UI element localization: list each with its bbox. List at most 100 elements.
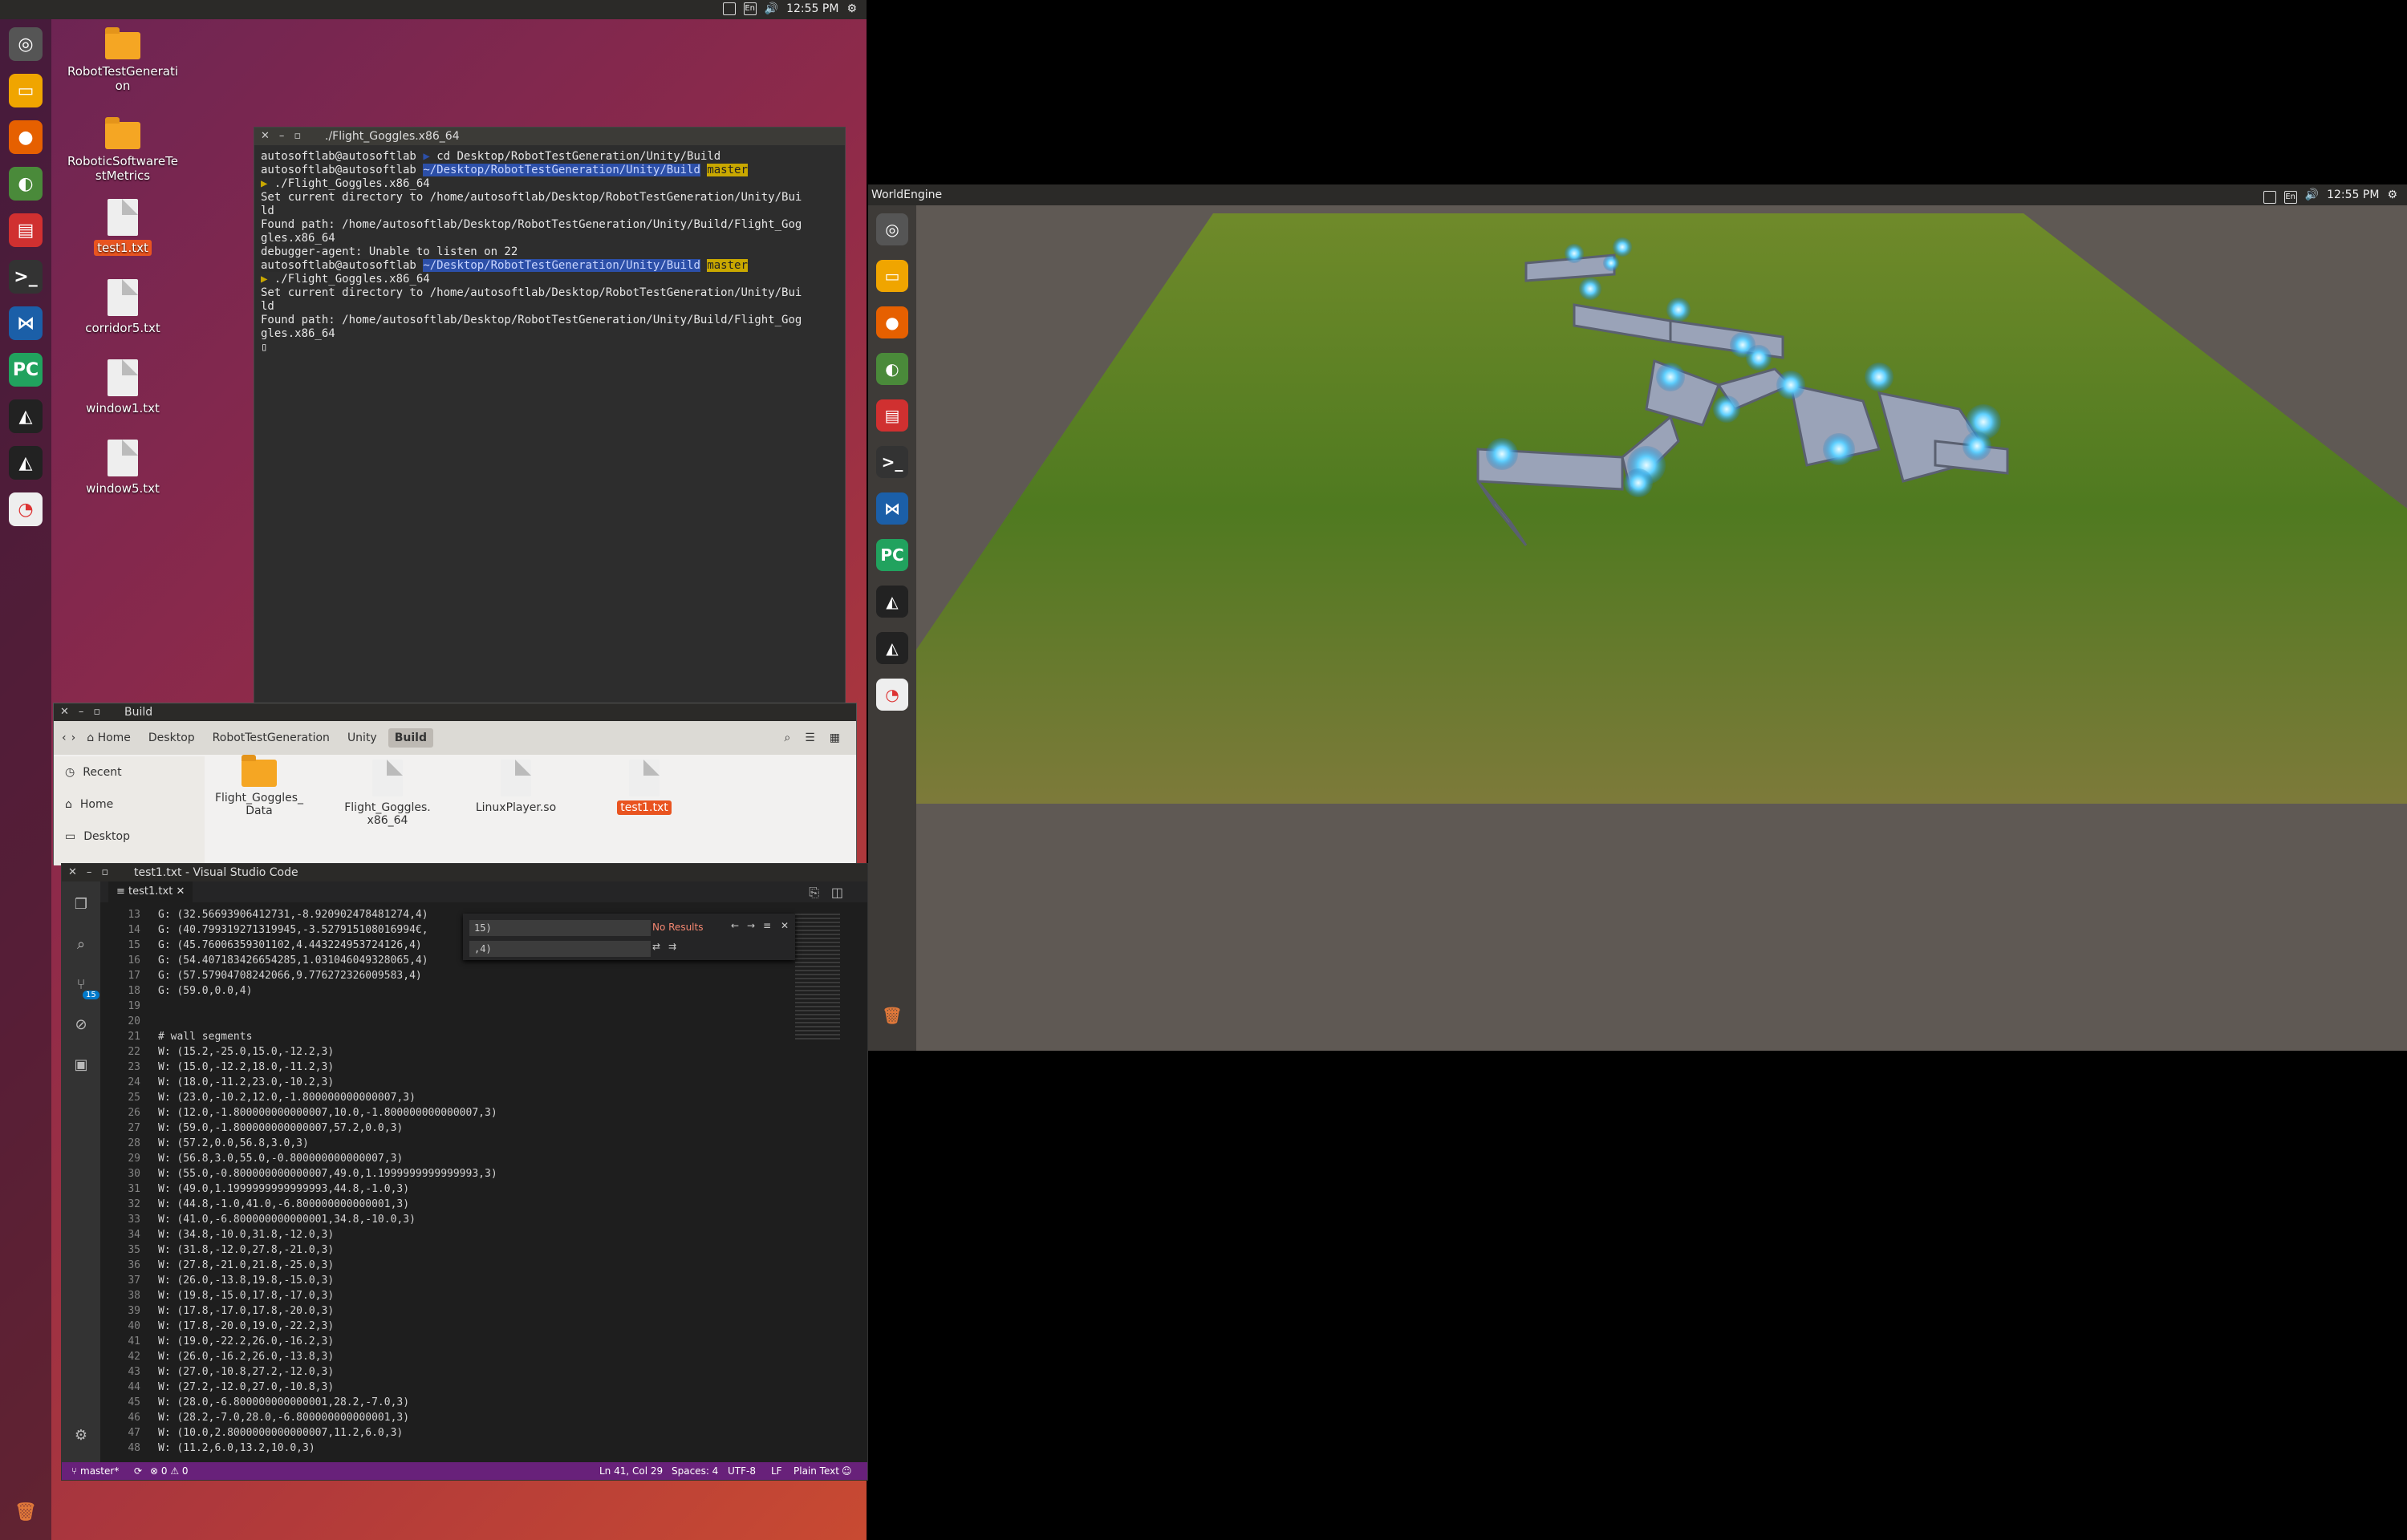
code-line[interactable]: W: (55.0,-0.800000000000007,49.0,1.19999…	[158, 1166, 497, 1181]
volume-icon[interactable]: 🔊	[765, 2, 778, 15]
code-line[interactable]: G: (32.56693906412731,-8.920902478481274…	[158, 907, 497, 922]
language-indicator[interactable]: En	[743, 2, 757, 15]
file-manager-window[interactable]: ✕ – ▫ Build ‹ › ⌂ Home Desktop RobotTest…	[53, 703, 857, 865]
branch-indicator[interactable]: ⑂ master*	[71, 1462, 119, 1480]
code-line[interactable]: W: (57.2,0.0,56.8,3.0,3)	[158, 1136, 497, 1151]
language-indicator[interactable]: En	[2283, 190, 2297, 204]
unity-icon-2[interactable]: ◭	[876, 632, 908, 664]
indentation[interactable]: Spaces: 4	[672, 1462, 718, 1480]
forward-icon[interactable]: ›	[71, 732, 76, 744]
terminal-window[interactable]: ✕ – ▫ ./Flight_Goggles.x86_64 autosoftla…	[254, 127, 846, 706]
clock[interactable]: 12:55 PM	[786, 2, 838, 15]
explorer-icon[interactable]: ❐	[71, 896, 91, 915]
trash-icon[interactable]: 🗑	[876, 999, 908, 1031]
code-line[interactable]: W: (28.2,-7.0,28.0,-6.800000000000001,3)	[158, 1410, 497, 1425]
close-tab-icon[interactable]: ✕	[176, 886, 185, 898]
code-line[interactable]: W: (59.0,-1.800000000000007,57.2,0.0,3)	[158, 1121, 497, 1136]
code-line[interactable]: G: (45.76006359301102,4.443224953724126,…	[158, 938, 497, 953]
volume-icon[interactable]: 🔊	[2305, 184, 2319, 205]
code-line[interactable]: G: (40.799319271319945,-3.52791510801699…	[158, 922, 497, 938]
unity-icon[interactable]: ◭	[9, 399, 43, 433]
close-icon[interactable]: ✕	[261, 128, 270, 145]
software-store-icon[interactable]: ▤	[9, 213, 43, 247]
sidebar-item-recent[interactable]: ◷ Recent	[54, 756, 205, 788]
firefox-icon[interactable]: ●	[876, 306, 908, 338]
code-line[interactable]: W: (41.0,-6.800000000000001,34.8,-10.0,3…	[158, 1212, 497, 1227]
back-icon[interactable]: ‹	[62, 732, 67, 744]
firefox-icon[interactable]: ●	[9, 120, 43, 154]
code-line[interactable]: W: (49.0,1.1999999999999993,44.8,-1.0,3)	[158, 1181, 497, 1197]
files-icon[interactable]: ▭	[9, 74, 43, 107]
breadcrumb-unity[interactable]: Unity	[341, 728, 384, 748]
debug-icon[interactable]: ⊘	[71, 1016, 91, 1035]
find-input[interactable]: 15)	[469, 920, 651, 936]
close-find-icon[interactable]: ✕	[781, 920, 789, 931]
vscode-icon[interactable]: ⋈	[876, 492, 908, 525]
replace-icon[interactable]: ⇄	[652, 941, 660, 952]
close-icon[interactable]: ✕	[68, 864, 77, 881]
code-line[interactable]: W: (17.8,-20.0,19.0,-22.2,3)	[158, 1319, 497, 1334]
grid-view-icon[interactable]: ▦	[830, 732, 840, 744]
file-item-test1[interactable]: test1.txt	[596, 760, 692, 827]
minimap[interactable]	[795, 914, 840, 1042]
desktop-file-corridor5[interactable]: corridor5.txt	[63, 279, 183, 335]
pycharm-icon[interactable]: PC	[876, 539, 908, 571]
file-item-linuxplayer[interactable]: LinuxPlayer.so	[468, 760, 564, 827]
problems-indicator[interactable]: ⊗ 0 ⚠ 0	[150, 1462, 189, 1480]
breadcrumb-robottestgeneration[interactable]: RobotTestGeneration	[206, 728, 336, 748]
terminal-icon[interactable]: >_	[876, 446, 908, 478]
close-icon[interactable]: ✕	[60, 703, 69, 721]
keyboard-indicator-icon[interactable]	[722, 2, 736, 15]
unity-icon-2[interactable]: ◭	[9, 446, 43, 480]
extensions-icon[interactable]: ▣	[71, 1056, 91, 1076]
breadcrumb-build[interactable]: Build	[388, 728, 433, 748]
settings-toggle-icon[interactable]: ◐	[9, 167, 43, 201]
split-editor-icon[interactable]: ◫	[831, 885, 843, 900]
dash-home-icon[interactable]: ◎	[876, 213, 908, 245]
sync-icon[interactable]: ⟳	[134, 1462, 142, 1480]
code-line[interactable]: W: (12.0,-1.800000000000007,10.0,-1.8000…	[158, 1105, 497, 1121]
power-gear-icon[interactable]: ⚙	[846, 2, 857, 15]
code-line[interactable]: W: (17.8,-17.0,17.8,-20.0,3)	[158, 1303, 497, 1319]
settings-toggle-icon[interactable]: ◐	[876, 353, 908, 385]
replace-input[interactable]: ,4)	[469, 941, 651, 957]
breadcrumb-home[interactable]: ⌂ Home	[80, 728, 137, 748]
encoding[interactable]: UTF-8	[728, 1462, 756, 1480]
cursor-position[interactable]: Ln 41, Col 29	[599, 1462, 663, 1480]
terminal-output[interactable]: autosoftlab@autosoftlab ▶ cd Desktop/Rob…	[254, 145, 845, 359]
code-line[interactable]: W: (23.0,-10.2,12.0,-1.800000000000007,3…	[158, 1090, 497, 1105]
disk-usage-icon[interactable]: ◔	[9, 492, 43, 526]
dash-home-icon[interactable]: ◎	[9, 27, 43, 61]
desktop-folder-roboticsoftwaretestmetrics[interactable]: RoboticSoftwareTe stMetrics	[63, 117, 183, 183]
manage-gear-icon[interactable]: ⚙	[71, 1427, 91, 1446]
desktop-file-window1[interactable]: window1.txt	[63, 359, 183, 415]
code-line[interactable]: G: (59.0,0.0,4)	[158, 983, 497, 999]
replace-all-icon[interactable]: ⇉	[668, 941, 676, 952]
terminal-titlebar[interactable]: ✕ – ▫ ./Flight_Goggles.x86_64	[254, 128, 845, 145]
code-content[interactable]: G: (32.56693906412731,-8.920902478481274…	[158, 907, 497, 1456]
sidebar-item-home[interactable]: ⌂ Home	[54, 788, 205, 821]
eol[interactable]: LF	[771, 1462, 782, 1480]
code-line[interactable]: W: (28.0,-6.800000000000001,28.2,-7.0,3)	[158, 1395, 497, 1410]
vscode-window[interactable]: ✕ – ▫ test1.txt - Visual Studio Code ❐ ⌕…	[61, 863, 868, 1481]
language-mode[interactable]: Plain Text	[794, 1462, 839, 1480]
file-item-flight-goggles-data[interactable]: Flight_Goggles_ Data	[211, 755, 307, 827]
trash-icon[interactable]: 🗑	[9, 1495, 43, 1529]
desktop-folder-robottestgeneration[interactable]: RobotTestGenerati on	[63, 27, 183, 93]
code-line[interactable]: # wall segments	[158, 1029, 497, 1044]
code-line[interactable]: W: (44.8,-1.0,41.0,-6.800000000000001,3)	[158, 1197, 497, 1212]
disk-usage-icon[interactable]: ◔	[876, 679, 908, 711]
code-line[interactable]: W: (15.2,-25.0,15.0,-12.2,3)	[158, 1044, 497, 1060]
search-icon[interactable]: ⌕	[784, 732, 790, 744]
tab-test1[interactable]: ≡ test1.txt ✕	[108, 881, 193, 902]
search-icon[interactable]: ⌕	[71, 936, 91, 955]
vscode-icon[interactable]: ⋈	[9, 306, 43, 340]
pycharm-icon[interactable]: PC	[9, 353, 43, 387]
vscode-titlebar[interactable]: ✕ – ▫ test1.txt - Visual Studio Code	[62, 864, 867, 881]
sidebar-item-desktop[interactable]: ▭ Desktop	[54, 821, 205, 853]
code-editor[interactable]: 13 14 15 16 17 18 19 20 21 22 23 24 25 26 27 28 29 30 31 32…	[100, 902, 867, 1462]
code-line[interactable]: W: (26.0,-16.2,26.0,-13.8,3)	[158, 1349, 497, 1364]
code-line[interactable]: W: (18.0,-11.2,23.0,-10.2,3)	[158, 1075, 497, 1090]
power-gear-icon[interactable]: ⚙	[2387, 184, 2397, 205]
software-store-icon[interactable]: ▤	[876, 399, 908, 432]
